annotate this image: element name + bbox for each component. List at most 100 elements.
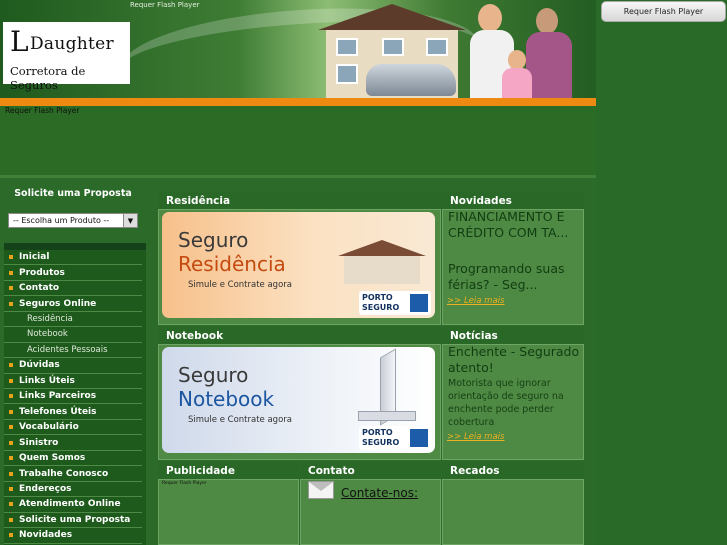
bullet-icon xyxy=(9,502,13,507)
bullet-icon xyxy=(9,486,13,491)
house-window xyxy=(426,38,448,56)
bullet-icon xyxy=(9,286,13,291)
sidebar-menu-header xyxy=(4,243,146,250)
sidebar-item-residencia[interactable]: Residência xyxy=(4,312,142,328)
sidebar-item-notebook[interactable]: Notebook xyxy=(4,327,142,343)
section-title-noticias: Notícias xyxy=(442,327,584,344)
logo-initial: L xyxy=(10,25,29,58)
sidebar-item-label: Trabalhe Conosco xyxy=(19,468,109,479)
proposal-title: Solicite uma Proposta xyxy=(14,188,132,199)
sidebar-item-label: Inicial xyxy=(19,252,50,263)
news-item-financiamento[interactable]: FINANCIAMENTO E CRÉDITO COM TA... xyxy=(448,209,580,241)
company-logo[interactable]: L Daughter Corretora de Seguros xyxy=(3,22,130,92)
porto-seguro-logo: PORTO SEGURO xyxy=(359,291,431,315)
porto-seguro-logo: PORTO SEGURO xyxy=(359,426,431,450)
sidebar-item-telefones-uteis[interactable]: Telefones Úteis xyxy=(4,405,142,420)
read-more-link[interactable]: >> Leia mais xyxy=(447,296,504,306)
banner-title-line2: Notebook xyxy=(178,387,275,411)
flash-banner-area xyxy=(0,106,596,176)
section-title-residencia: Residência xyxy=(158,192,441,209)
sidebar-item-label: Telefones Úteis xyxy=(19,406,97,417)
sidebar-item-label: Vocabulário xyxy=(19,422,79,433)
house-window xyxy=(382,38,404,56)
sidebar-item-label: Links Úteis xyxy=(19,375,75,386)
sidebar-item-contato[interactable]: Contato xyxy=(4,281,142,297)
notebook-banner[interactable]: Seguro Notebook Simule e Contrate agora … xyxy=(162,347,435,453)
bullet-icon xyxy=(9,425,13,430)
bullet-icon xyxy=(9,301,13,306)
laptop-icon xyxy=(358,348,418,426)
publicidade-panel xyxy=(158,479,299,545)
read-more-link[interactable]: >> Leia mais xyxy=(447,432,504,442)
sidebar-item-label: Produtos xyxy=(19,267,65,278)
porto-seguro-mark-icon xyxy=(410,429,428,447)
sidebar-item-links-uteis[interactable]: Links Úteis xyxy=(4,374,142,390)
bullet-icon xyxy=(9,533,13,538)
bullet-icon xyxy=(9,409,13,414)
flash-placeholder-banner: Requer Flash Player xyxy=(5,106,80,115)
right-column xyxy=(596,0,727,545)
sidebar-item-label: Solicite uma Proposta xyxy=(19,514,131,525)
residencia-banner[interactable]: Seguro Residência Simule e Contrate agor… xyxy=(162,212,435,318)
header-banner: L Daughter Corretora de Seguros Requer F… xyxy=(0,0,596,100)
sidebar-item-label: Endereços xyxy=(19,483,72,494)
product-select[interactable]: -- Escolha um Produto -- ▼ xyxy=(8,213,138,228)
contact-link[interactable]: Contate-nos: xyxy=(341,486,418,500)
sidebar-item-solicite-uma-proposta[interactable]: Solicite uma Proposta xyxy=(4,513,142,529)
sidebar-item-enderecos[interactable]: Endereços xyxy=(4,482,142,498)
house-icon xyxy=(338,240,426,284)
sidebar-item-label: Seguros Online xyxy=(19,298,97,309)
house-window xyxy=(336,64,358,84)
sidebar-item-inicial[interactable]: Inicial xyxy=(4,250,142,266)
banner-title-line2: Residência xyxy=(178,252,286,276)
bullet-icon xyxy=(9,394,13,399)
sidebar-item-quem-somos[interactable]: Quem Somos xyxy=(4,451,142,467)
section-title-novidades: Novidades xyxy=(442,192,584,209)
banner-title-line1: Seguro xyxy=(178,228,249,252)
house-window xyxy=(336,38,358,56)
product-select-value: -- Escolha um Produto -- xyxy=(13,216,110,225)
family-photo xyxy=(470,0,580,100)
sidebar-item-sinistro[interactable]: Sinistro xyxy=(4,435,142,451)
bullet-icon xyxy=(9,363,13,368)
sidebar-item-label: Notebook xyxy=(27,329,68,340)
porto-seguro-mark-icon xyxy=(410,294,428,312)
sidebar-item-label: Links Parceiros xyxy=(19,391,97,402)
sidebar-item-label: Sinistro xyxy=(19,437,59,448)
banner-subtitle: Simule e Contrate agora xyxy=(188,280,292,290)
logo-name: Daughter xyxy=(30,34,114,54)
sidebar-item-label: Acidentes Pessoais xyxy=(27,344,108,355)
chevron-down-icon[interactable]: ▼ xyxy=(123,214,137,227)
sidebar-item-label: Dúvidas xyxy=(19,360,60,371)
sidebar-item-acidentes-pessoais[interactable]: Acidentes Pessoais xyxy=(4,343,142,359)
news-item-ferias[interactable]: Programando suas férias? - Seg... xyxy=(448,261,580,293)
porto-seguro-text: PORTO SEGURO xyxy=(362,428,400,447)
flash-player-button[interactable]: Requer Flash Player xyxy=(601,1,726,22)
section-title-publicidade: Publicidade xyxy=(158,462,299,479)
child-body xyxy=(502,68,532,100)
flash-placeholder-ad: Requer Flash Player xyxy=(162,481,207,486)
flash-placeholder-top: Requer Flash Player xyxy=(130,1,200,9)
sidebar-item-seguros-online[interactable]: Seguros Online xyxy=(4,296,142,312)
car-illustration xyxy=(366,64,456,96)
bullet-icon xyxy=(9,270,13,275)
bullet-icon xyxy=(9,456,13,461)
sidebar-item-produtos[interactable]: Produtos xyxy=(4,265,142,281)
envelope-icon xyxy=(308,481,334,499)
sidebar-item-atendimento-online[interactable]: Atendimento Online xyxy=(4,497,142,513)
person-head xyxy=(536,8,558,34)
house-roof xyxy=(318,4,466,30)
news-headline[interactable]: Enchente - Segurado atento! xyxy=(448,344,580,376)
child-head xyxy=(508,50,526,70)
header-orange-stripe xyxy=(0,98,596,106)
sidebar-item-duvidas[interactable]: Dúvidas xyxy=(4,358,142,374)
logo-subtitle: Corretora de Seguros xyxy=(10,64,86,92)
sidebar-item-trabalhe-conosco[interactable]: Trabalhe Conosco xyxy=(4,466,142,482)
person-head xyxy=(478,4,502,32)
bullet-icon xyxy=(9,517,13,522)
bullet-icon xyxy=(9,440,13,445)
sidebar-item-links-parceiros[interactable]: Links Parceiros xyxy=(4,389,142,405)
sidebar-item-vocabulario[interactable]: Vocabulário xyxy=(4,420,142,436)
person-body xyxy=(526,32,572,100)
sidebar-item-novidades[interactable]: Novidades xyxy=(4,528,142,544)
